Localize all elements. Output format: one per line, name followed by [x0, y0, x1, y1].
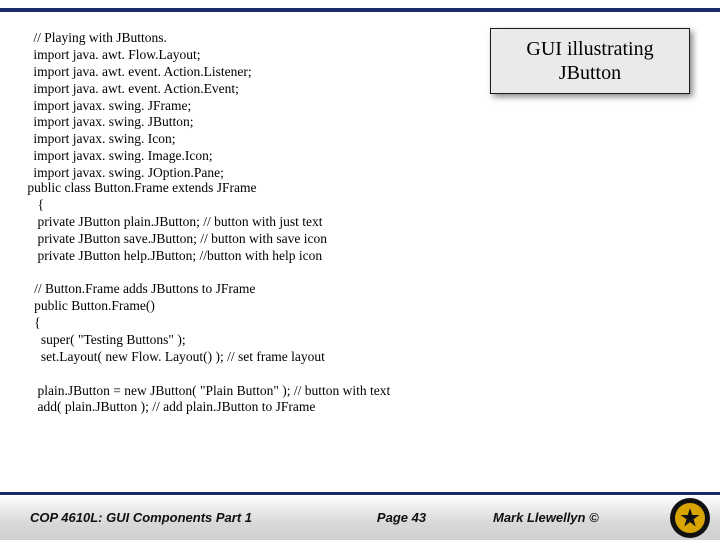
- code-imports: // Playing with JButtons. import java. a…: [30, 30, 460, 182]
- footer: COP 4610L: GUI Components Part 1 Page 43…: [0, 492, 720, 540]
- footer-right: Mark Llewellyn ©: [493, 510, 668, 525]
- title-line-2: JButton: [497, 61, 683, 85]
- title-box: GUI illustrating JButton: [490, 28, 690, 94]
- title-line-1: GUI illustrating: [497, 37, 683, 61]
- footer-left: COP 4610L: GUI Components Part 1: [0, 510, 310, 525]
- footer-center: Page 43: [310, 510, 493, 525]
- code-body: public class Button.Frame extends JFrame…: [24, 180, 690, 416]
- top-rule: [0, 8, 720, 12]
- ucf-logo-icon: [668, 496, 712, 540]
